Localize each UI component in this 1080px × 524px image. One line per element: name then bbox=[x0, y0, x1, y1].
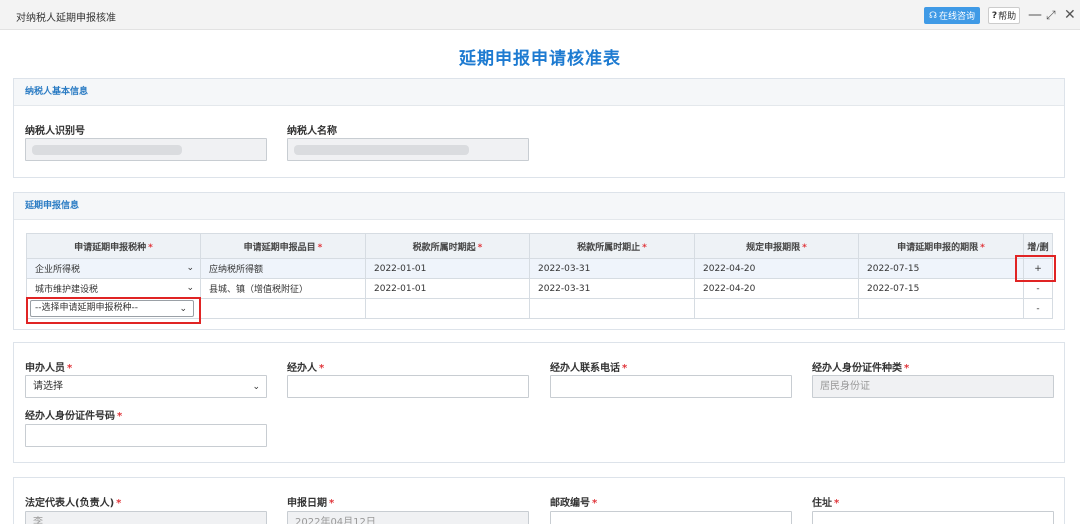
chevron-down-icon: ⌄ bbox=[252, 382, 260, 392]
basic-info-panel: 纳税人基本信息 纳税人识别号 纳税人名称 bbox=[13, 78, 1065, 178]
table-header-row: 申请延期申报税种 * 申请延期申报品目 * 税款所属时期起 * 税款所属时期止 * 规定… bbox=[26, 233, 1053, 259]
highlight-add-button bbox=[1015, 255, 1056, 282]
agent-id-no-input[interactable] bbox=[25, 424, 267, 447]
report-date-label: 申报日期 * bbox=[287, 498, 335, 509]
col-header-item: 申请延期申报品目 * bbox=[200, 233, 366, 259]
item-cell bbox=[200, 298, 366, 319]
col-header-delay-to: 申请延期申报的期限 * bbox=[858, 233, 1024, 259]
table-row: 企业所得税 ⌄ 应纳税所得额 2022-01-01 2022-03-31 2022… bbox=[26, 258, 1053, 279]
deadline-cell bbox=[694, 298, 859, 319]
legal-panel: 法定代表人(负责人) * 李 申报日期 * 2022年04月12日 邮政编号 * 住址… bbox=[13, 477, 1065, 524]
window-title: 对纳税人延期申报核准 bbox=[16, 13, 116, 24]
online-consult-button[interactable]: ☊ 在线咨询 bbox=[924, 7, 980, 24]
col-header-deadline: 规定申报期限 * bbox=[694, 233, 859, 259]
legal-rep-field[interactable]: 李 bbox=[25, 511, 267, 524]
period-start-cell: 2022-01-01 bbox=[365, 278, 530, 299]
tax-type-select[interactable]: 城市维护建设税 ⌄ bbox=[26, 278, 201, 299]
delay-to-cell[interactable]: 2022-07-15 bbox=[858, 258, 1024, 279]
taxpayer-name-label: 纳税人名称 bbox=[287, 126, 337, 137]
redacted-mask bbox=[32, 145, 182, 155]
agent-input[interactable] bbox=[287, 375, 529, 398]
remove-row-button[interactable]: - bbox=[1023, 298, 1053, 319]
deadline-cell: 2022-04-20 bbox=[694, 278, 859, 299]
minimize-icon[interactable]: — bbox=[1028, 6, 1042, 24]
period-start-cell: 2022-01-01 bbox=[365, 258, 530, 279]
item-cell: 县城、镇（增值税附征） bbox=[200, 278, 366, 299]
online-consult-label: 在线咨询 bbox=[938, 12, 975, 22]
chevron-down-icon: ⌄ bbox=[186, 283, 194, 293]
agent-label: 经办人 * bbox=[287, 363, 325, 374]
postcode-input[interactable] bbox=[550, 511, 792, 524]
period-end-cell bbox=[529, 298, 695, 319]
maximize-icon[interactable]: ⤢ bbox=[1046, 6, 1056, 24]
headset-icon: ☊ bbox=[928, 10, 937, 21]
report-date-field[interactable]: 2022年04月12日 bbox=[287, 511, 529, 524]
agent-phone-label: 经办人联系电话 * bbox=[550, 363, 628, 374]
agent-id-type-label: 经办人身份证件种类 * bbox=[812, 363, 910, 374]
delay-info-panel: 延期申报信息 申请延期申报税种 * 申请延期申报品目 * 税款所属时期起 * 税款所属… bbox=[13, 192, 1065, 330]
applicant-label: 申办人员 * bbox=[25, 363, 73, 374]
close-icon[interactable]: ✕ bbox=[1064, 6, 1076, 24]
highlight-new-select bbox=[26, 297, 201, 324]
delay-to-cell[interactable]: 2022-07-15 bbox=[858, 278, 1024, 299]
basic-info-header: 纳税人基本信息 bbox=[14, 79, 1064, 106]
agent-id-no-label: 经办人身份证件号码 * bbox=[25, 411, 123, 422]
agent-phone-input[interactable] bbox=[550, 375, 792, 398]
address-input[interactable] bbox=[812, 511, 1054, 524]
handler-panel: 申办人员 * 请选择 ⌄ 经办人 * 经办人联系电话 * 经办人身份证件种类 * 居民身… bbox=[13, 342, 1065, 463]
legal-rep-label: 法定代表人(负责人) * bbox=[25, 498, 122, 509]
period-start-cell bbox=[365, 298, 530, 319]
taxpayer-id-field[interactable] bbox=[25, 138, 267, 161]
agent-id-type-field[interactable]: 居民身份证 bbox=[812, 375, 1054, 398]
chevron-down-icon: ⌄ bbox=[186, 263, 194, 273]
window-titlebar: 对纳税人延期申报核准 ☊ 在线咨询 ? 帮助 — ⤢ ✕ bbox=[0, 0, 1080, 30]
deadline-cell: 2022-04-20 bbox=[694, 258, 859, 279]
period-end-cell: 2022-03-31 bbox=[529, 278, 695, 299]
period-end-cell: 2022-03-31 bbox=[529, 258, 695, 279]
tax-type-select[interactable]: 企业所得税 ⌄ bbox=[26, 258, 201, 279]
address-label: 住址 * bbox=[812, 498, 840, 509]
item-cell: 应纳税所得额 bbox=[200, 258, 366, 279]
taxpayer-name-field[interactable] bbox=[287, 138, 529, 161]
applicant-select[interactable]: 请选择 ⌄ bbox=[25, 375, 267, 398]
form-page: 延期申报申请核准表 纳税人基本信息 纳税人识别号 纳税人名称 延期申报信息 申请… bbox=[0, 30, 1080, 524]
help-label: 帮助 bbox=[998, 12, 1017, 22]
page-title: 延期申报申请核准表 bbox=[459, 49, 621, 69]
help-button[interactable]: ? 帮助 bbox=[988, 7, 1020, 24]
col-header-period-start: 税款所属时期起 * bbox=[365, 233, 530, 259]
delay-info-header: 延期申报信息 bbox=[14, 193, 1064, 220]
delay-to-cell bbox=[858, 298, 1024, 319]
col-header-tax-type: 申请延期申报税种 * bbox=[26, 233, 201, 259]
postcode-label: 邮政编号 * bbox=[550, 498, 598, 509]
taxpayer-id-label: 纳税人识别号 bbox=[25, 126, 85, 137]
table-row: 城市维护建设税 ⌄ 县城、镇（增值税附征） 2022-01-01 2022-03-… bbox=[26, 278, 1053, 299]
col-header-period-end: 税款所属时期止 * bbox=[529, 233, 695, 259]
redacted-mask bbox=[294, 145, 469, 155]
question-icon: ? bbox=[991, 10, 998, 21]
